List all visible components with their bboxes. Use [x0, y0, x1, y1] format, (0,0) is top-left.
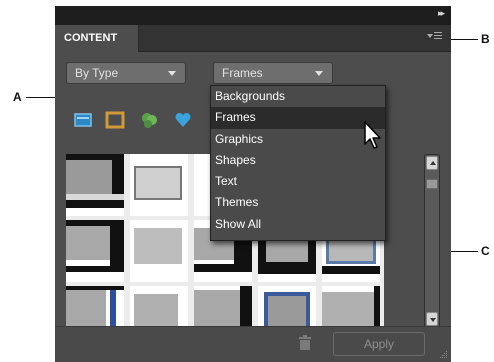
option-graphics[interactable]: Graphics	[211, 129, 385, 150]
option-backgrounds[interactable]: Backgrounds	[211, 86, 385, 107]
tab-row: CONTENT	[55, 25, 451, 52]
vertical-scrollbar[interactable]	[424, 154, 440, 329]
chevron-down-icon	[168, 71, 176, 76]
frame-thumbnail[interactable]	[66, 154, 124, 216]
option-themes[interactable]: Themes	[211, 192, 385, 213]
scroll-up-button[interactable]	[426, 156, 438, 170]
callout-b-label: B	[481, 32, 490, 46]
scroll-down-button[interactable]	[426, 312, 438, 326]
resize-grip-icon[interactable]	[439, 350, 448, 359]
shapes-filter-icon[interactable]	[173, 110, 193, 130]
type-dropdown-value: By Type	[75, 66, 119, 80]
category-dropdown-list: Backgrounds Frames Graphics Shapes Text …	[210, 85, 386, 241]
chevron-down-icon	[430, 318, 436, 322]
frame-thumbnail[interactable]	[130, 154, 188, 216]
callout-a-label: A	[13, 90, 22, 104]
type-dropdown[interactable]: By Type	[66, 62, 186, 84]
chevron-down-icon	[315, 71, 323, 76]
panel-title-bar: ▸▸	[55, 6, 451, 25]
content-panel: ▸▸ CONTENT By Type Frames Backgrounds Fr…	[55, 6, 451, 362]
trash-icon[interactable]	[299, 335, 311, 350]
option-show-all[interactable]: Show All	[211, 214, 385, 235]
chevron-up-icon	[430, 161, 436, 165]
category-dropdown[interactable]: Frames	[213, 62, 333, 84]
panel-menu-icon[interactable]	[427, 32, 442, 41]
frames-filter-icon[interactable]	[105, 110, 125, 130]
callout-c-label: C	[481, 244, 490, 258]
frame-thumbnail[interactable]	[130, 220, 188, 282]
scroll-thumb[interactable]	[426, 179, 438, 189]
apply-button[interactable]: Apply	[333, 332, 425, 356]
graphics-filter-icon[interactable]	[139, 110, 159, 130]
frame-thumbnail[interactable]	[66, 220, 124, 282]
category-dropdown-value: Frames	[222, 66, 263, 80]
tab-content[interactable]: CONTENT	[55, 25, 139, 52]
mouse-pointer-icon	[364, 121, 381, 149]
double-chevron-right-icon[interactable]: ▸▸	[438, 9, 445, 19]
option-frames[interactable]: Frames	[211, 107, 385, 129]
panel-footer: Apply	[55, 326, 451, 362]
option-shapes[interactable]: Shapes	[211, 150, 385, 171]
option-text[interactable]: Text	[211, 171, 385, 192]
backgrounds-filter-icon[interactable]	[73, 110, 93, 130]
